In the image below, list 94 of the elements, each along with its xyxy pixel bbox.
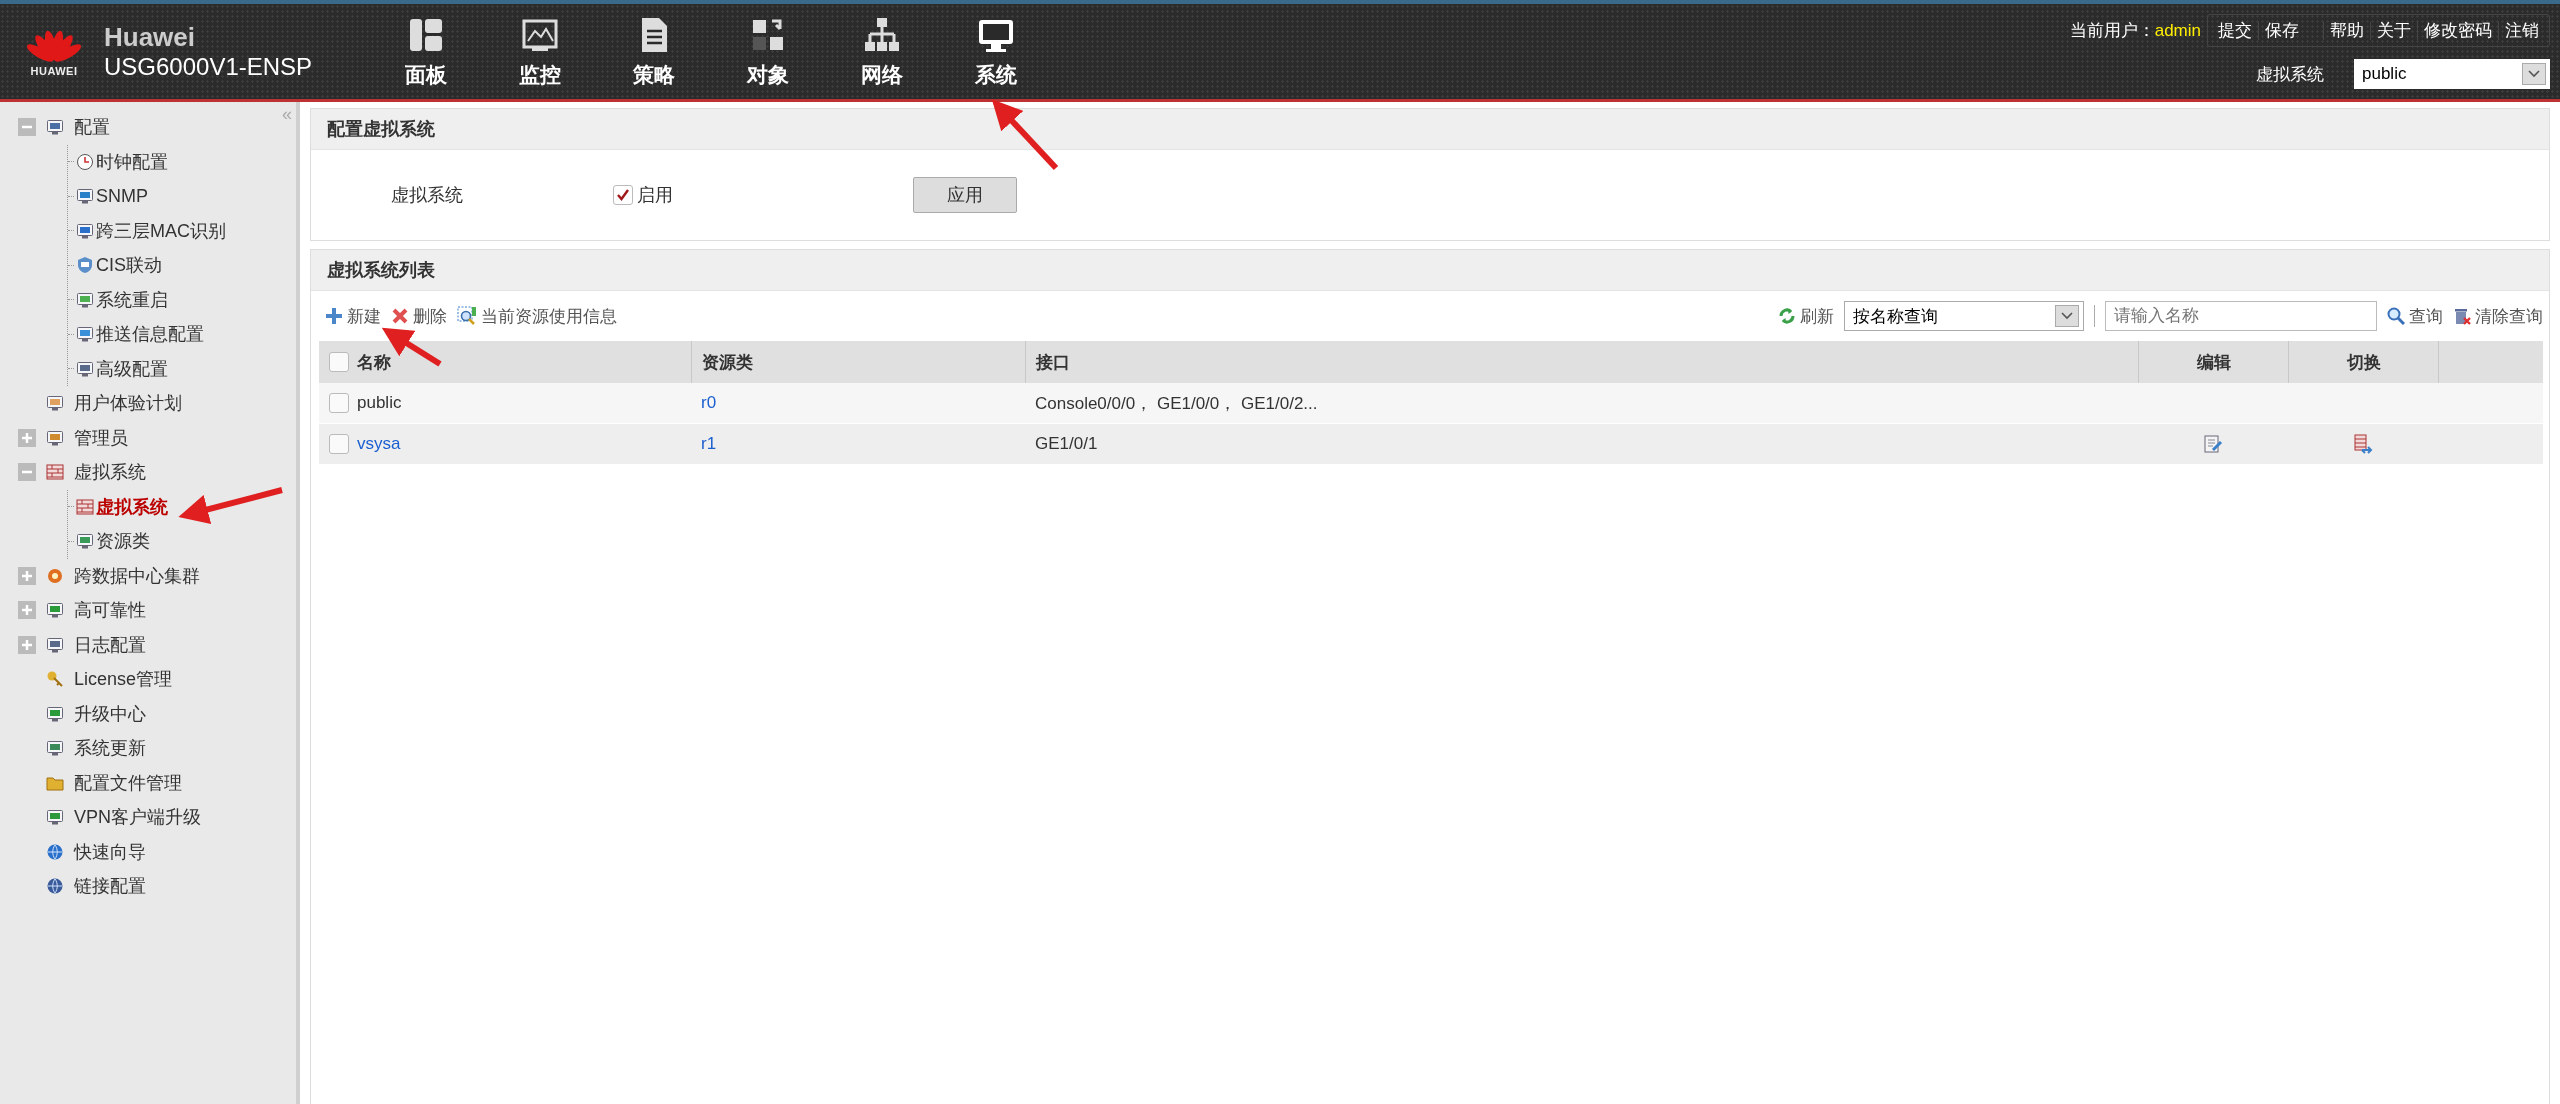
query-type-select[interactable]: 按名称查询 <box>1844 301 2084 331</box>
sidebar-item[interactable]: 系统更新 <box>74 736 146 761</box>
header-link[interactable]: 帮助 <box>2324 19 2370 42</box>
dropdown-caret-icon <box>2055 305 2079 327</box>
header-link[interactable]: 提交 <box>2212 19 2258 42</box>
vsys-select[interactable]: public <box>2354 59 2550 89</box>
annotation-arrow <box>991 99 1059 171</box>
sidebar-item[interactable]: 推送信息配置 <box>96 322 204 347</box>
toolbar-button[interactable]: 新建 <box>325 304 381 328</box>
sidebar-item[interactable]: 虚拟系统 <box>96 494 168 519</box>
field-label: 虚拟系统 <box>391 184 464 207</box>
expand-toggle-icon[interactable] <box>18 601 36 620</box>
column-header: 编辑 <box>2196 351 2231 374</box>
apply-button[interactable]: 应用 <box>913 177 1017 213</box>
collapse-toggle-icon[interactable] <box>18 118 36 137</box>
sidebar-item[interactable]: 快速向导 <box>74 839 146 864</box>
column-header: 接口 <box>1036 351 1070 374</box>
switch-icon[interactable] <box>2353 434 2373 454</box>
sidebar-item[interactable]: 链接配置 <box>74 874 146 899</box>
user-name: admin <box>2154 20 2201 41</box>
sidebar-item[interactable]: 时钟配置 <box>96 149 168 174</box>
sidebar-item[interactable]: 配置文件管理 <box>74 770 182 795</box>
sidebar-item[interactable]: 日志配置 <box>74 632 146 657</box>
search-field[interactable]: 请输入名称 <box>2105 301 2377 331</box>
current-user-label: 当前用户： <box>2069 20 2155 42</box>
nav-tab[interactable]: 系统 <box>956 4 1036 99</box>
enable-label: 启用 <box>637 184 673 207</box>
vsys-label: 虚拟系统 <box>2256 63 2324 86</box>
header-link[interactable]: 注销 <box>2499 19 2545 42</box>
resource-search-icon <box>457 306 477 326</box>
panel-title: 虚拟系统列表 <box>311 250 2549 291</box>
header-link[interactable]: 关于 <box>2371 19 2417 42</box>
header-link[interactable]: 修改密码 <box>2418 19 2498 42</box>
resource-link[interactable]: r0 <box>701 393 717 413</box>
edit-icon[interactable] <box>2203 434 2223 454</box>
search-icon <box>2387 307 2405 325</box>
sidebar-item[interactable]: SNMP <box>96 185 148 207</box>
nav-tab[interactable]: 监控 <box>500 4 580 99</box>
trash-icon <box>2453 307 2471 325</box>
table-cell: GE1/0/1 <box>1035 434 1098 454</box>
column-header: 资源类 <box>702 351 753 374</box>
flower-icon <box>46 566 64 585</box>
sidebar-item[interactable]: License管理 <box>74 667 173 692</box>
table-cell: public <box>357 393 402 413</box>
toolbar-button[interactable]: 删除 <box>391 304 447 328</box>
toolbar-button[interactable]: 当前资源使用信息 <box>457 304 617 328</box>
expand-toggle-icon[interactable] <box>18 428 36 447</box>
column-header: 名称 <box>357 351 391 374</box>
product-model: USG6000V1-ENSP <box>104 53 313 81</box>
column-header: 切换 <box>2346 351 2381 374</box>
name-link[interactable]: vsysa <box>357 434 401 454</box>
globe-icon <box>46 842 64 861</box>
sidebar-item[interactable]: 管理员 <box>74 425 128 450</box>
sidebar-item[interactable]: 配置 <box>74 115 110 140</box>
sidebar-item[interactable]: 用户体验计划 <box>74 391 182 416</box>
sidebar-item[interactable]: 升级中心 <box>74 701 146 726</box>
sidebar-item[interactable]: 系统重启 <box>96 287 168 312</box>
sidebar-item[interactable]: 虚拟系统 <box>74 460 146 485</box>
row-checkbox[interactable] <box>329 434 349 454</box>
logo-text: HUAWEI <box>30 64 78 77</box>
row-checkbox[interactable] <box>329 393 349 413</box>
brick-wall-icon <box>46 463 64 482</box>
panel-title: 配置虚拟系统 <box>311 109 2549 150</box>
nav-tab[interactable]: 策略 <box>614 4 694 99</box>
plus-icon <box>325 307 343 325</box>
shield-icon <box>76 256 94 275</box>
sidebar-item[interactable]: 高级配置 <box>96 356 168 381</box>
clear-query-button[interactable]: 清除查询 <box>2453 304 2543 328</box>
select-all-checkbox[interactable] <box>329 352 349 372</box>
sidebar-item[interactable]: VPN客户端升级 <box>74 805 201 830</box>
table-cell-text: Console0/0/0， GE1/0/0， GE1/0/2... <box>1035 392 1318 415</box>
expand-toggle-icon[interactable] <box>18 635 36 654</box>
sidebar-item[interactable]: 跨数据中心集群 <box>74 563 200 588</box>
expand-toggle-icon[interactable] <box>18 566 36 585</box>
key-icon <box>46 670 64 689</box>
collapse-toggle-icon[interactable] <box>18 463 36 482</box>
nav-tab[interactable]: 网络 <box>842 4 922 99</box>
nav-tab[interactable]: 面板 <box>386 4 466 99</box>
resource-link[interactable]: r1 <box>701 434 717 454</box>
sidebar-item[interactable]: 跨三层MAC识别 <box>96 218 226 243</box>
dropdown-caret-icon <box>2522 63 2546 85</box>
clock-icon <box>76 152 94 171</box>
sidebar-item[interactable]: 高可靠性 <box>74 598 146 623</box>
refresh-button[interactable]: 刷新 <box>1778 304 1834 328</box>
brick-wall-icon <box>76 497 94 516</box>
sidebar-item[interactable]: CIS联动 <box>96 253 162 278</box>
globe-search-icon <box>46 877 64 896</box>
product-title: Huawei <box>104 22 197 53</box>
sidebar-item[interactable]: 资源类 <box>96 529 150 554</box>
nav-tab[interactable]: 对象 <box>728 4 808 99</box>
enable-checkbox[interactable] <box>613 185 633 205</box>
query-button[interactable]: 查询 <box>2387 304 2443 328</box>
delete-icon <box>391 307 409 325</box>
header-link[interactable]: 保存 <box>2259 19 2305 42</box>
